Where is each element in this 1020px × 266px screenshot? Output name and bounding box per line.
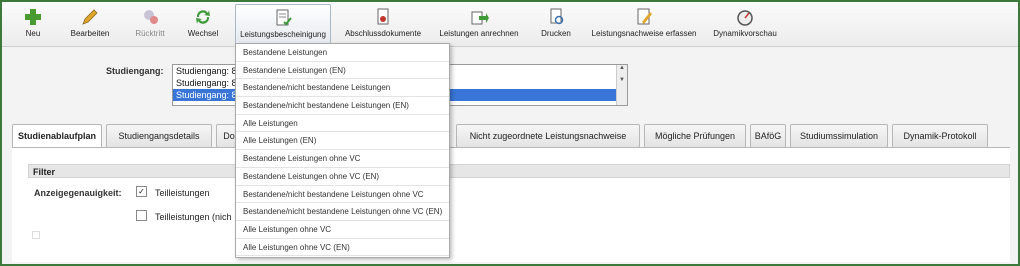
tab-studiengangsdetails[interactable]: Studiengangsdetails <box>106 124 212 147</box>
app-window: Neu Bearbeiten Rücktritt Wechsel Leistun… <box>0 0 1020 266</box>
faint-control <box>32 231 40 239</box>
new-button-label: Neu <box>25 29 41 38</box>
menu-item[interactable]: Bestandene Leistungen ohne VC <box>236 150 449 168</box>
teilleistungen-label: Teilleistungen <box>155 188 210 198</box>
teilleistungen-nicht-checkbox[interactable] <box>136 210 147 221</box>
toolbar: Neu Bearbeiten Rücktritt Wechsel Leistun… <box>2 2 1018 47</box>
teilleistungen-nicht-label: Teilleistungen (nich <box>155 212 232 222</box>
withdraw-icon <box>144 10 158 24</box>
tab-nicht-zugeordnete[interactable]: Nicht zugeordnete Leistungsnachweise <box>456 124 640 147</box>
withdraw-button-label: Rücktritt <box>135 29 165 38</box>
record-button[interactable]: Leistungsnachweise erfassen <box>590 4 698 44</box>
tab-bar: Studienablaufplan Studiengangsdetails Do… <box>12 124 1012 148</box>
menu-item[interactable]: Bestandene/nicht bestandene Leistungen <box>236 79 449 98</box>
menu-item[interactable]: Bestandene/nicht bestandene Leistungen o… <box>236 203 449 221</box>
withdraw-button[interactable]: Rücktritt <box>128 4 172 44</box>
menu-item[interactable]: Alle Leistungen ohne VC <box>236 221 449 239</box>
listbox-scrollbar[interactable]: ▲ ▼ <box>616 65 627 105</box>
credit-button-label: Leistungen anrechnen <box>439 29 519 38</box>
menu-item[interactable]: Alle Leistungen <box>236 115 449 133</box>
record-button-label: Leistungsnachweise erfassen <box>591 29 697 38</box>
anzeigegenauigkeit-label: Anzeigegenauigkeit: <box>34 188 122 198</box>
record-icon <box>637 8 652 25</box>
tab-moegliche-pruefungen[interactable]: Mögliche Prüfungen <box>644 124 746 147</box>
dynamic-preview-button[interactable]: Dynamikvorschau <box>710 4 780 44</box>
filter-header: Filter <box>28 164 1010 178</box>
teilleistungen-checkbox[interactable]: ✓ <box>136 186 147 197</box>
studiengang-label: Studiengang: <box>106 66 164 76</box>
document-icon <box>377 8 389 25</box>
menu-item[interactable]: Alle Leistungen (EN) <box>236 132 449 151</box>
credit-button[interactable]: Leistungen anrechnen <box>436 4 522 44</box>
pencil-icon <box>82 9 98 25</box>
tab-studienablaufplan[interactable]: Studienablaufplan <box>12 124 102 148</box>
print-button[interactable]: Drucken <box>538 4 574 44</box>
final-documents-button[interactable]: Abschlussdokumente <box>342 4 424 44</box>
switch-button[interactable]: Wechsel <box>182 4 224 44</box>
print-button-label: Drucken <box>541 29 571 38</box>
gauge-icon <box>737 10 753 26</box>
new-button[interactable]: Neu <box>14 4 52 44</box>
menu-item[interactable]: Bestandene/nicht bestandene Leistungen o… <box>236 186 449 204</box>
edit-button[interactable]: Bearbeiten <box>64 4 116 44</box>
final-documents-button-label: Abschlussdokumente <box>344 29 422 38</box>
menu-item[interactable]: Bestandene Leistungen <box>236 44 449 62</box>
certificate-button-label: Leistungsbescheinigung <box>240 30 326 39</box>
tab-bafoeg[interactable]: BAföG <box>750 124 786 147</box>
certificate-dropdown-menu: Bestandene Leistungen Bestandene Leistun… <box>235 43 450 258</box>
tab-studiumssimulation[interactable]: Studiumssimulation <box>790 124 888 147</box>
certificate-button[interactable]: Leistungsbescheinigung <box>235 4 331 46</box>
edit-button-label: Bearbeiten <box>70 29 110 38</box>
certificate-icon <box>276 9 292 26</box>
print-icon <box>550 8 564 25</box>
dynamic-preview-button-label: Dynamikvorschau <box>713 29 777 38</box>
menu-item[interactable]: Bestandene Leistungen ohne VC (EN) <box>236 168 449 186</box>
plus-icon <box>25 9 41 25</box>
refresh-icon <box>196 10 210 24</box>
menu-item[interactable]: Alle Leistungen ohne VC (EN) <box>236 239 449 257</box>
switch-button-label: Wechsel <box>187 29 219 38</box>
tab-dynamik-protokoll[interactable]: Dynamik-Protokoll <box>892 124 988 147</box>
menu-item[interactable]: Bestandene Leistungen (EN) <box>236 62 449 80</box>
menu-item[interactable]: Bestandene/nicht bestandene Leistungen (… <box>236 97 449 115</box>
credit-icon <box>471 11 489 25</box>
